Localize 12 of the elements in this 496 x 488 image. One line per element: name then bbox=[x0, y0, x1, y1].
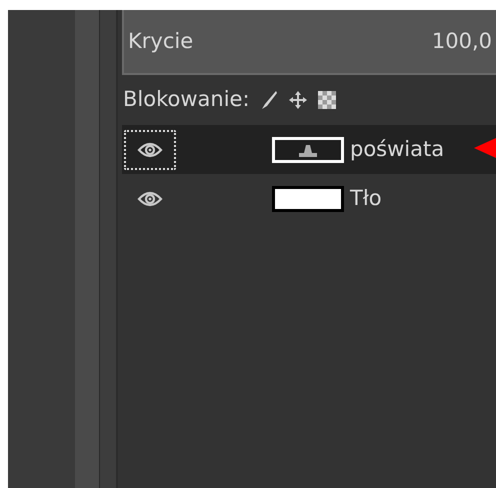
lock-label: Blokowanie: bbox=[123, 86, 250, 114]
move-icon[interactable] bbox=[288, 90, 308, 110]
checkerboard-icon[interactable] bbox=[318, 91, 336, 109]
eye-icon[interactable] bbox=[137, 140, 163, 158]
layer-name: Tło bbox=[350, 184, 382, 212]
layer-name: poświata bbox=[350, 136, 444, 163]
panel-handle[interactable] bbox=[75, 10, 100, 488]
pointer-arrow-icon bbox=[474, 137, 496, 159]
layer-row[interactable]: poświata bbox=[122, 125, 496, 174]
eye-icon[interactable] bbox=[137, 190, 163, 208]
opacity-slider[interactable]: Krycie 100,0 bbox=[122, 10, 496, 75]
paintbrush-icon[interactable] bbox=[260, 90, 278, 110]
